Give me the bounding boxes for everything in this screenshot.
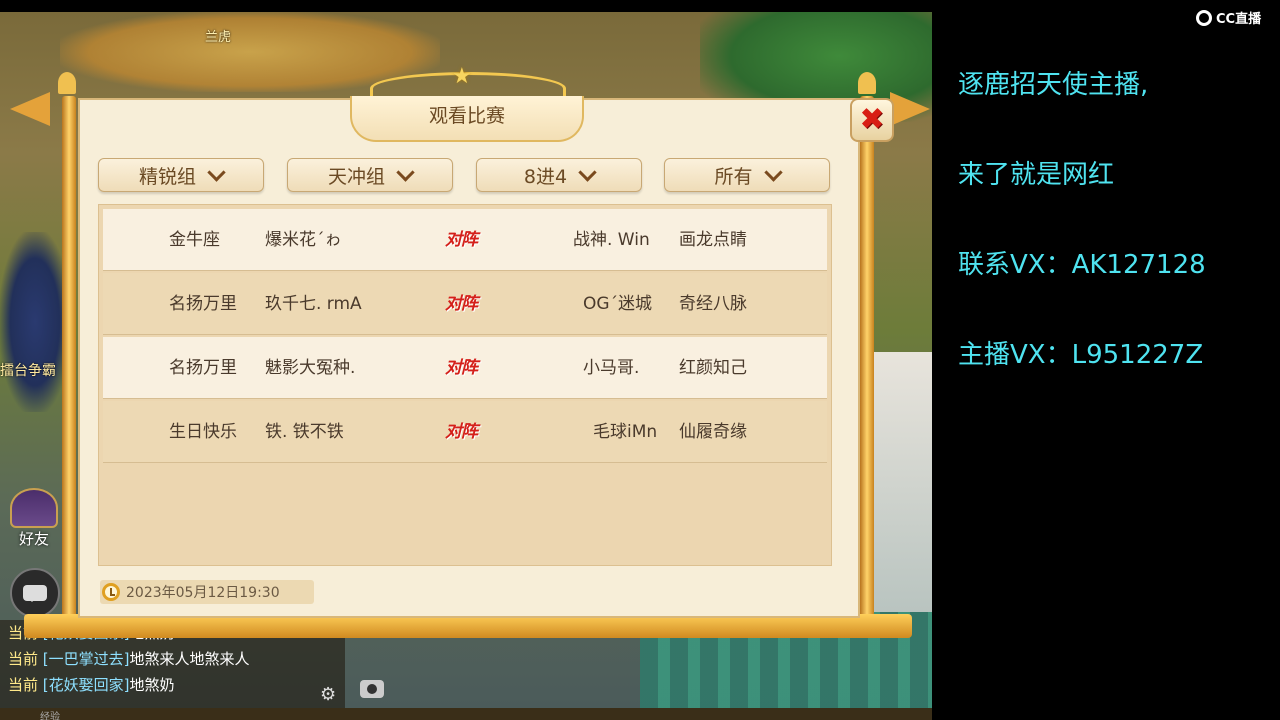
exp-label: 经验 [40,712,60,720]
logo-text: CC直播 [1216,12,1262,27]
filter-bar: 精锐组 天冲组 8进4 所有 [98,158,832,194]
left-player: 玖千七. rmA [265,294,362,314]
chat-player-name[interactable]: [花妖娶回家] [43,676,130,694]
settings-gear-icon[interactable]: ⚙ [320,684,336,705]
scroll-finial-right [858,72,876,94]
right-player: 仙履奇缘 [679,422,747,442]
left-player: 魅影大冤种. [265,358,356,378]
right-player: 奇经八脉 [679,294,747,314]
match-timestamp: 2023年05月12日19:30 [126,585,280,601]
star-icon: ★ [452,64,472,89]
vs-label: 对阵 [445,422,478,442]
promo-line: 来了就是网红 [958,160,1115,190]
cc-live-logo: CC直播 [1196,8,1261,27]
scroll-end-right [890,92,930,126]
left-team: 生日快乐 [169,422,237,442]
division-dropdown[interactable]: 天冲组 [287,158,453,192]
round-dropdown[interactable]: 8进4 [476,158,642,192]
vs-label: 对阵 [445,358,478,378]
scroll-end-left [10,92,50,126]
left-team: 金牛座 [169,230,220,250]
npc-name-label: 兰虎 [205,30,232,45]
group-dropdown[interactable]: 精锐组 [98,158,264,192]
scope-dropdown[interactable]: 所有 [664,158,830,192]
match-row[interactable]: 名扬万里 魅影大冤种. 对阵 小马哥. 红颜知己 [103,337,827,399]
chevron-down-icon [578,162,597,182]
close-button[interactable]: ✖ [850,98,894,142]
chat-player-name[interactable]: [一巴掌过去] [43,650,130,668]
right-team: 战神. Win [573,230,650,250]
promo-line: 逐鹿招天使主播, [958,70,1149,100]
vs-label: 对阵 [445,294,478,314]
cc-logo-icon [1196,9,1212,26]
division-dropdown-label: 天冲组 [327,165,385,188]
right-team: OG´迷城 [583,294,653,314]
chevron-down-icon [396,162,415,182]
match-row[interactable]: 生日快乐 铁. 铁不铁 对阵 毛球iMn 仙履奇缘 [103,401,827,463]
match-row[interactable]: 名扬万里 玖千七. rmA 对阵 OG´迷城 奇经八脉 [103,273,827,335]
chevron-down-icon [763,162,783,182]
match-time: 2023年05月12日19:30 [100,580,314,604]
left-team: 名扬万里 [169,358,237,378]
group-dropdown-label: 精锐组 [138,165,196,188]
watch-match-dialog: ★ 观看比赛 ✖ 精锐组 天冲组 8进4 所有 金牛座 爆米花´ゎ 对阵 战神.… [10,64,930,642]
chevron-down-icon [207,162,226,182]
round-dropdown-label: 8进4 [523,165,568,188]
right-team: 毛球iMn [593,422,658,442]
scroll-rod-right [860,96,874,636]
exp-bar: 经验 [0,708,932,720]
match-row[interactable]: 金牛座 爆米花´ゎ 对阵 战神. Win 画龙点睛 [103,209,827,271]
right-team: 小马哥. [583,358,640,378]
game-viewport: 兰虎 擂台争霸 好友 当前 [花妖娶回家]地煞奶 当前 [一巴掌过去]地煞来人地… [0,12,932,720]
clock-icon [102,583,120,601]
scroll-finial-left [58,72,76,94]
scroll-rod-left [62,96,76,636]
right-player: 红颜知己 [679,358,747,378]
vs-label: 对阵 [445,230,478,250]
close-icon: ✖ [859,102,885,137]
left-team: 名扬万里 [169,294,237,314]
chat-line: 当前 [花妖娶回家]地煞奶 [8,676,175,694]
match-list: 金牛座 爆米花´ゎ 对阵 战神. Win 画龙点睛 名扬万里 玖千七. rmA … [98,204,832,566]
chat-line: 当前 [一巴掌过去]地煞来人地煞来人 [8,650,250,668]
right-player: 画龙点睛 [679,230,747,250]
dialog-title: 观看比赛 [350,96,584,142]
camera-icon[interactable] [360,680,384,698]
scope-dropdown-label: 所有 [714,165,753,188]
left-player: 铁. 铁不铁 [265,422,344,442]
promo-line: 主播VX：L951227Z [958,340,1204,370]
left-player: 爆米花´ゎ [265,230,342,250]
promo-line: 联系VX：AK127128 [958,250,1206,280]
